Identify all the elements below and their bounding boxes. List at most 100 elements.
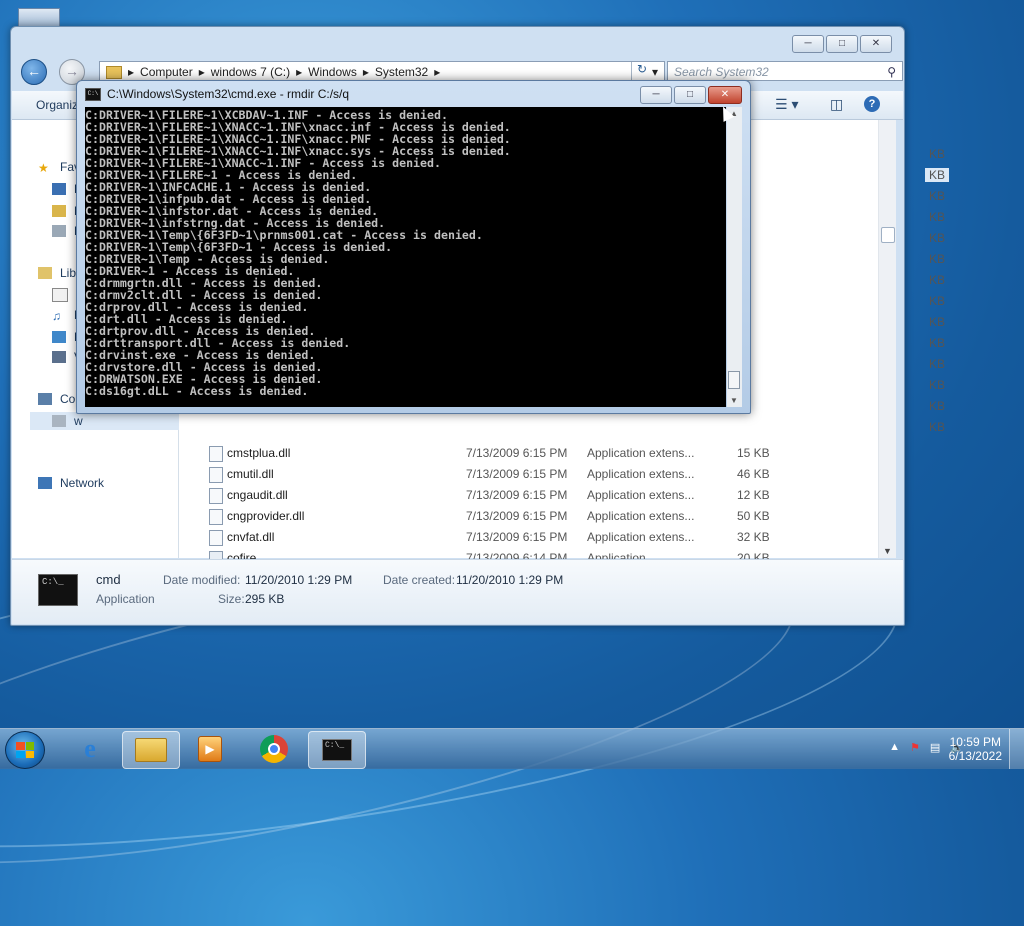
- breadcrumb-separator: ▸: [128, 65, 135, 79]
- nav-network[interactable]: Network: [38, 476, 104, 490]
- file-size: 32 KB: [737, 530, 770, 544]
- dll-file-icon: [209, 446, 223, 462]
- size-fragment: KB: [929, 294, 946, 308]
- network-icon: [38, 477, 52, 489]
- taskbar-command-prompt[interactable]: C:\_: [308, 731, 366, 769]
- breadcrumb-separator: ▸: [198, 65, 205, 79]
- breadcrumb-item[interactable]: Windows: [308, 65, 357, 79]
- show-hidden-icons-icon[interactable]: ▲: [889, 741, 900, 754]
- date-created-label: Date created:: [383, 573, 456, 587]
- nav-windows-drive[interactable]: w: [30, 412, 192, 430]
- close-button[interactable]: ✕: [708, 86, 742, 104]
- file-size: 15 KB: [737, 446, 770, 460]
- cmd-icon: C:\_: [38, 574, 78, 606]
- taskbar-chrome[interactable]: [246, 731, 302, 767]
- console-line: C:ds16gt.dLL - Access is denied.: [85, 384, 309, 398]
- file-size: 50 KB: [737, 509, 770, 523]
- taskbar-internet-explorer[interactable]: e: [62, 731, 118, 767]
- desktop-icon[interactable]: [18, 8, 60, 28]
- minimize-button[interactable]: ─: [792, 35, 824, 53]
- clock-time: 10:59 PM: [949, 735, 1001, 749]
- cmd-icon: C:\_: [322, 739, 352, 761]
- downloads-icon: [52, 205, 66, 217]
- size-fragment: KB: [929, 399, 946, 413]
- show-desktop-button[interactable]: [1009, 729, 1024, 769]
- date-modified-label: Date modified:: [163, 573, 241, 587]
- size-fragment: KB: [929, 420, 946, 434]
- organize-menu[interactable]: Organiz: [36, 98, 78, 112]
- minimize-button[interactable]: ─: [640, 86, 672, 104]
- size-fragment: KB: [929, 357, 946, 371]
- taskbar-media-player[interactable]: ▶: [182, 731, 238, 767]
- dll-file-icon: [209, 530, 223, 546]
- cmd-window: C:\ C:\Windows\System32\cmd.exe - rmdir …: [76, 80, 751, 414]
- file-date: 7/13/2009 6:15 PM: [466, 488, 568, 502]
- file-list-scrollbar[interactable]: ▼: [878, 120, 896, 558]
- nav-favorites[interactable]: ★ Fav: [38, 160, 80, 175]
- pictures-icon: [52, 331, 66, 343]
- file-date: 7/13/2009 6:15 PM: [466, 509, 568, 523]
- scroll-down-icon[interactable]: ▼: [883, 546, 892, 556]
- size-fragment: KB: [929, 189, 946, 203]
- refresh-icon[interactable]: ↻: [631, 62, 652, 80]
- dll-file-icon: [209, 488, 223, 504]
- clock[interactable]: 10:59 PM 6/13/2022: [949, 735, 1002, 763]
- breadcrumb-separator: ▸: [362, 65, 369, 79]
- file-type: Application extens...: [587, 509, 695, 523]
- maximize-button[interactable]: □: [674, 86, 706, 104]
- file-date: 7/13/2009 6:15 PM: [466, 467, 568, 481]
- file-date: 7/13/2009 6:15 PM: [466, 446, 568, 460]
- taskbar-windows-explorer[interactable]: [122, 731, 180, 769]
- nav-libraries[interactable]: Lib: [38, 266, 76, 280]
- back-button[interactable]: ←: [21, 59, 47, 85]
- breadcrumb-item[interactable]: Computer: [140, 65, 193, 79]
- breadcrumb-item[interactable]: System32: [375, 65, 428, 79]
- start-button[interactable]: [5, 731, 45, 769]
- help-icon[interactable]: ?: [864, 96, 880, 112]
- cmd-titlebar: C:\ C:\Windows\System32\cmd.exe - rmdir …: [85, 87, 349, 101]
- music-icon: ♫: [52, 309, 61, 323]
- drive-icon: [52, 415, 66, 427]
- maximize-button[interactable]: □: [826, 35, 858, 53]
- table-row[interactable]: cngprovider.dll 7/13/2009 6:15 PM Applic…: [209, 506, 869, 527]
- console-scrollbar[interactable]: ▲ ▼: [727, 107, 742, 407]
- table-row[interactable]: cmutil.dll 7/13/2009 6:15 PM Application…: [209, 464, 869, 485]
- file-type: Application extens...: [587, 530, 695, 544]
- scroll-down-icon[interactable]: ▼: [730, 396, 738, 405]
- table-row[interactable]: cmstplua.dll 7/13/2009 6:15 PM Applicati…: [209, 443, 869, 464]
- preview-pane-icon[interactable]: ◫: [830, 96, 843, 113]
- size-fragment: KB: [929, 336, 946, 350]
- file-type: Application extens...: [587, 446, 695, 460]
- file-type: Application extens...: [587, 488, 695, 502]
- chevron-down-icon[interactable]: ▾: [652, 65, 658, 79]
- search-input[interactable]: Search System32 ⚲: [667, 61, 903, 81]
- file-name: cngprovider.dll: [227, 509, 305, 523]
- nav-label: Co: [60, 392, 76, 406]
- view-options-icon[interactable]: ☰ ▾: [775, 96, 798, 113]
- breadcrumb-item[interactable]: windows 7 (C:): [211, 65, 290, 79]
- nav-computer[interactable]: Co: [38, 392, 75, 406]
- network-icon[interactable]: ▤: [930, 741, 940, 754]
- cmd-icon: C:\: [85, 87, 101, 101]
- windows-logo-icon: [16, 742, 34, 758]
- scrollbar-thumb[interactable]: [881, 227, 895, 243]
- nav-label: w: [74, 414, 83, 428]
- nav-label: Network: [60, 476, 105, 490]
- documents-icon: [52, 288, 68, 302]
- cmd-caption-buttons: ─ □ ✕: [640, 86, 742, 104]
- search-icon[interactable]: ⚲: [887, 62, 896, 82]
- folder-icon: [135, 738, 167, 762]
- size-fragment: KB: [929, 210, 946, 224]
- internet-explorer-icon: e: [84, 734, 96, 763]
- scrollbar-thumb[interactable]: [728, 371, 740, 389]
- action-center-icon[interactable]: ⚑: [910, 741, 920, 754]
- table-row[interactable]: cngaudit.dll 7/13/2009 6:15 PM Applicati…: [209, 485, 869, 506]
- file-name: cnvfat.dll: [227, 530, 275, 544]
- breadcrumb-separator: ▸: [434, 65, 441, 79]
- close-button[interactable]: ✕: [860, 35, 892, 53]
- table-row[interactable]: cnvfat.dll 7/13/2009 6:15 PM Application…: [209, 527, 869, 548]
- details-kind: Application: [96, 592, 155, 606]
- details-pane: C:\_ cmd Application Date modified: 11/2…: [12, 559, 903, 624]
- console-output[interactable]: C:DRIVER~1\FILERE~1\XCBDAV~1.INF - Acces…: [85, 107, 726, 407]
- date-modified-value: 11/20/2010 1:29 PM: [245, 573, 353, 587]
